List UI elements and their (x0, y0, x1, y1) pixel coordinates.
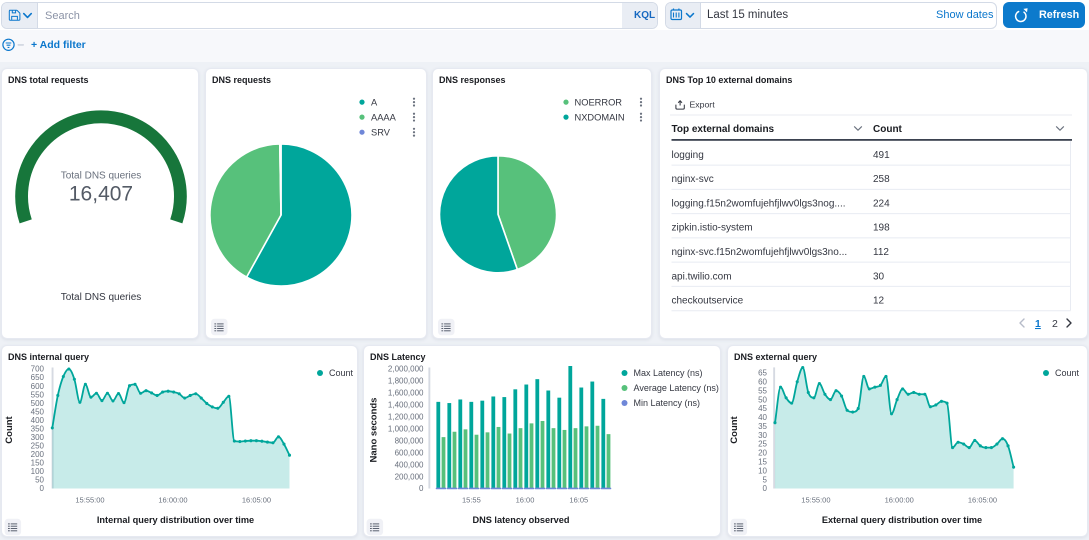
svg-text:15: 15 (758, 458, 767, 467)
svg-text:DNS latency observed: DNS latency observed (472, 515, 569, 525)
svg-text:0: 0 (40, 484, 45, 493)
svg-text:65: 65 (758, 369, 767, 378)
svg-text:logging.f15n2womfujehfjlwv0lgs: logging.f15n2womfujehfjlwv0lgs3nog.... (672, 198, 846, 209)
svg-text:650: 650 (31, 373, 45, 382)
svg-text:50: 50 (35, 476, 44, 485)
svg-text:16:05: 16:05 (569, 496, 588, 505)
svg-text:491: 491 (873, 150, 890, 161)
svg-text:16:05:00: 16:05:00 (242, 496, 271, 505)
svg-text:2: 2 (1052, 318, 1058, 330)
svg-text:AAAA: AAAA (371, 112, 397, 122)
svg-text:External query distribution ov: External query distribution over time (822, 515, 982, 525)
svg-text:55: 55 (758, 386, 767, 395)
svg-text:0: 0 (419, 484, 424, 493)
svg-text:450: 450 (31, 407, 45, 416)
svg-text:250: 250 (31, 442, 45, 451)
svg-text:40: 40 (758, 413, 767, 422)
svg-text:20: 20 (758, 449, 767, 458)
svg-text:16:05:00: 16:05:00 (968, 496, 997, 505)
svg-text:200: 200 (31, 450, 45, 459)
svg-text:api.twilio.com: api.twilio.com (672, 271, 732, 282)
svg-text:16:00:00: 16:00:00 (885, 496, 914, 505)
svg-text:45: 45 (758, 404, 767, 413)
svg-text:16,407: 16,407 (69, 183, 133, 206)
svg-text:Count: Count (1055, 368, 1080, 378)
svg-text:400,000: 400,000 (395, 460, 424, 469)
svg-text:1,200,000: 1,200,000 (388, 413, 424, 422)
svg-text:Export: Export (690, 100, 716, 110)
svg-text:Nano seconds: Nano seconds (369, 398, 380, 463)
svg-text:0: 0 (763, 484, 768, 493)
svg-text:Count: Count (729, 415, 740, 443)
svg-text:Top external domains: Top external domains (672, 124, 775, 135)
svg-text:SRV: SRV (371, 128, 391, 138)
svg-text:Count: Count (4, 415, 15, 443)
svg-text:600,000: 600,000 (395, 448, 424, 457)
svg-text:1,000,000: 1,000,000 (388, 424, 424, 433)
svg-text:10: 10 (758, 466, 767, 475)
svg-text:224: 224 (873, 198, 890, 209)
svg-text:30: 30 (758, 431, 767, 440)
svg-text:50: 50 (758, 395, 767, 404)
svg-text:60: 60 (758, 377, 767, 386)
svg-text:1,600,000: 1,600,000 (388, 389, 424, 398)
svg-text:350: 350 (31, 424, 45, 433)
svg-text:Total DNS queries: Total DNS queries (61, 292, 142, 303)
svg-text:zipkin.istio-system: zipkin.istio-system (672, 223, 753, 234)
svg-text:Count: Count (329, 368, 354, 378)
svg-text:112: 112 (873, 247, 889, 258)
svg-text:Total DNS queries: Total DNS queries (61, 171, 142, 182)
svg-text:300: 300 (31, 433, 45, 442)
svg-text:16:00:00: 16:00:00 (158, 496, 187, 505)
svg-text:nginx-svc.f15n2womfujehfjlwv0l: nginx-svc.f15n2womfujehfjlwv0lgs3no... (672, 247, 848, 258)
svg-text:Average Latency (ns): Average Latency (ns) (634, 383, 719, 393)
svg-text:200,000: 200,000 (395, 472, 424, 481)
svg-text:500: 500 (31, 399, 45, 408)
svg-text:12: 12 (873, 296, 885, 307)
svg-text:30: 30 (873, 271, 885, 282)
svg-text:Max Latency (ns): Max Latency (ns) (634, 368, 703, 378)
svg-text:5: 5 (763, 475, 768, 484)
svg-text:15:55:00: 15:55:00 (801, 496, 830, 505)
svg-text:550: 550 (31, 390, 45, 399)
svg-text:Min Latency (ns): Min Latency (ns) (634, 398, 701, 408)
svg-text:1,400,000: 1,400,000 (388, 401, 424, 410)
svg-text:Internal query distribution ov: Internal query distribution over time (97, 515, 254, 525)
svg-text:35: 35 (758, 422, 767, 431)
svg-text:logging: logging (672, 150, 704, 161)
svg-text:100: 100 (31, 467, 45, 476)
svg-text:600: 600 (31, 382, 45, 391)
svg-text:A: A (371, 97, 378, 107)
svg-text:checkoutservice: checkoutservice (672, 296, 744, 307)
svg-text:15:55: 15:55 (462, 496, 481, 505)
svg-text:400: 400 (31, 416, 45, 425)
svg-text:NXDOMAIN: NXDOMAIN (575, 112, 625, 122)
svg-text:1,800,000: 1,800,000 (388, 377, 424, 386)
svg-text:258: 258 (873, 174, 890, 185)
svg-text:25: 25 (758, 440, 767, 449)
svg-text:nginx-svc: nginx-svc (672, 174, 714, 185)
svg-text:800,000: 800,000 (395, 436, 424, 445)
svg-text:2,000,000: 2,000,000 (388, 365, 424, 374)
svg-text:16:00: 16:00 (516, 496, 535, 505)
svg-text:198: 198 (873, 223, 890, 234)
svg-text:15:55:00: 15:55:00 (75, 496, 104, 505)
svg-text:1: 1 (1035, 318, 1041, 330)
svg-text:NOERROR: NOERROR (575, 97, 623, 107)
svg-text:700: 700 (31, 365, 45, 374)
svg-text:Count: Count (873, 124, 903, 135)
svg-text:150: 150 (31, 459, 45, 468)
